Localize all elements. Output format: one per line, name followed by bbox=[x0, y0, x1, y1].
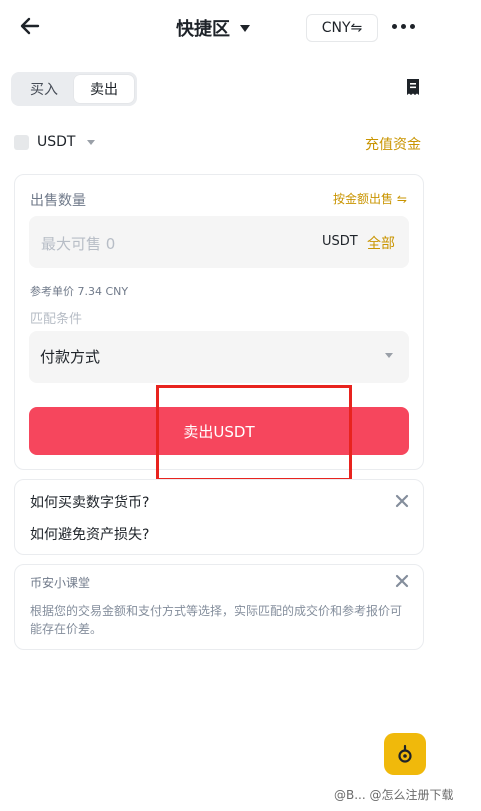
caret-down-icon bbox=[385, 353, 393, 358]
page-title: 快捷区 bbox=[176, 19, 230, 40]
coin-icon bbox=[14, 134, 29, 150]
tab-buy[interactable]: 买入 bbox=[14, 75, 74, 103]
caret-down-icon bbox=[240, 24, 250, 32]
sell-all-button[interactable]: 全部 bbox=[367, 233, 395, 253]
asset-name: USDT bbox=[37, 134, 76, 150]
reference-price: 参考单价 7.34 CNY bbox=[30, 285, 129, 298]
close-icon[interactable] bbox=[395, 574, 409, 588]
caret-down-icon bbox=[87, 139, 96, 145]
fund-account-link[interactable]: 充值资金 bbox=[365, 134, 421, 154]
match-conditions-label: 匹配条件 bbox=[30, 312, 83, 327]
tip-body: 根据您的交易金额和支付方式等选择，实际匹配的成交价和参考报价可能存在价差。 bbox=[30, 604, 403, 636]
support-chat-button[interactable] bbox=[384, 733, 426, 775]
support-icon bbox=[398, 744, 412, 763]
tip-title: 币安小课堂 bbox=[30, 576, 91, 590]
sell-usdt-button[interactable]: 卖出USDT bbox=[29, 407, 409, 455]
payment-method-label: 付款方式 bbox=[40, 348, 101, 366]
amount-unit: USDT bbox=[322, 234, 358, 249]
faq-link-avoid-loss[interactable]: 如何避免资产损失? bbox=[30, 524, 149, 544]
close-icon[interactable] bbox=[395, 494, 409, 508]
amount-placeholder: 最大可售 0 bbox=[41, 235, 116, 253]
more-options-icon[interactable] bbox=[392, 24, 415, 29]
sell-amount-label: 出售数量 bbox=[30, 193, 86, 209]
watermark: @B... @怎么注册下载 bbox=[334, 788, 454, 802]
order-history-icon[interactable] bbox=[404, 78, 422, 96]
sell-by-amount-toggle[interactable]: 按金额出售 ⇋ bbox=[333, 190, 407, 207]
currency-toggle-button[interactable]: CNY⇋ bbox=[306, 14, 378, 42]
faq-link-buy-sell[interactable]: 如何买卖数字货币? bbox=[30, 492, 149, 512]
tab-sell[interactable]: 卖出 bbox=[74, 75, 134, 103]
asset-selector[interactable]: USDT bbox=[14, 134, 96, 150]
trade-type-tabs: 买入 卖出 bbox=[11, 72, 137, 106]
page-title-dropdown[interactable]: 快捷区 bbox=[176, 14, 250, 42]
back-arrow-icon[interactable] bbox=[18, 14, 42, 38]
